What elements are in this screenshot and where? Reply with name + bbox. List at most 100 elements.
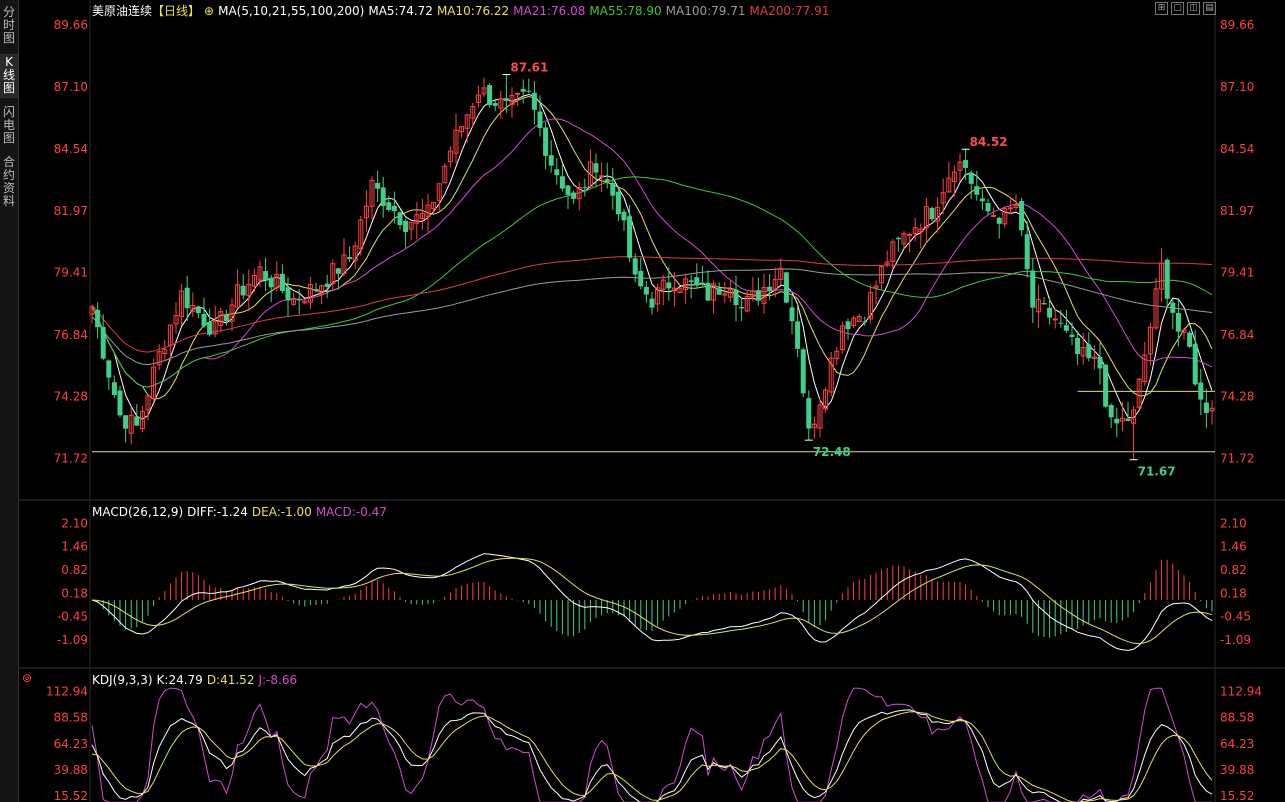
price-tick-label-right: 81.97 (1220, 204, 1254, 218)
candle-body (755, 290, 761, 301)
kdj-value-0: K:24.79 (156, 673, 203, 687)
candle-body (615, 191, 621, 215)
candle-body (979, 198, 985, 202)
candle-body (694, 277, 700, 286)
candle-body (1086, 344, 1092, 359)
candle-body (739, 306, 745, 309)
candle-body (968, 172, 974, 184)
price-tick-label-left: 74.28 (54, 390, 88, 404)
candle-body (285, 287, 291, 301)
candle-body (503, 98, 509, 101)
price-header: 美原油连续【日线】 ⊕ MA(5,10,21,55,100,200) MA5:74.7… (92, 2, 837, 19)
macd-tick-label-left: -1.09 (57, 633, 88, 647)
price-tick-label-left: 71.72 (54, 452, 88, 466)
candle-body (593, 163, 599, 173)
candle-body (1041, 303, 1047, 305)
kdj-tick-label-right: 112.94 (1220, 684, 1262, 698)
extreme-label: 87.61 (510, 61, 548, 75)
candle-body (974, 186, 980, 195)
gear-icon[interactable]: ⊕ (204, 4, 214, 18)
candle-body (375, 182, 381, 189)
period-label[interactable]: 【日线】 (152, 4, 200, 18)
candle-body (184, 287, 190, 309)
target-icon[interactable]: ⊚ (22, 672, 34, 684)
candle-body (1114, 418, 1120, 424)
kdj-tick-label-left: 15.52 (54, 789, 88, 802)
candle-body (996, 217, 1002, 224)
kdj-tick-label-left: 112.94 (46, 684, 88, 698)
candle-body (1024, 234, 1030, 270)
candle-body (862, 321, 868, 323)
candle-body (1203, 402, 1209, 414)
kdj-params-label: KDJ(9,3,3) (92, 673, 153, 687)
layout-icon[interactable]: ◫ (1187, 2, 1200, 15)
macd-tick-label-left: 0.82 (61, 563, 88, 577)
candle-body (1007, 207, 1013, 210)
kdj-tick-label-left: 64.23 (54, 737, 88, 751)
candle-body (688, 280, 694, 282)
macd-tick-label-right: -0.45 (1220, 609, 1251, 623)
candle-body (403, 220, 409, 233)
macd-tick-label-left: 0.18 (61, 586, 88, 600)
macd-tick-label-right: 1.46 (1220, 540, 1247, 554)
ma-value-5: MA200:77.91 (749, 4, 830, 18)
candle-body (559, 176, 565, 189)
macd-tick-label-left: 1.46 (61, 540, 88, 554)
candle-body (380, 187, 386, 206)
candle-body (207, 322, 213, 335)
price-tick-label-left: 81.97 (54, 204, 88, 218)
candle-body (1058, 322, 1064, 324)
price-tick-label-left: 87.10 (54, 80, 88, 94)
candle-body (604, 179, 610, 182)
candle-body (134, 416, 140, 426)
kdj-d-line (91, 711, 1213, 802)
kdj-header: KDJ(9,3,3) K:24.79 D:41.52 J:-8.66 (92, 673, 305, 687)
candle-body (487, 85, 493, 106)
price-tick-label-right: 71.72 (1220, 452, 1254, 466)
candle-body (201, 313, 207, 326)
candle-body (929, 207, 935, 220)
candle-body (767, 286, 773, 291)
candle-body (845, 321, 851, 330)
kdj-tick-label-right: 88.58 (1220, 711, 1254, 725)
candle-body (643, 286, 649, 295)
candle-body (279, 273, 285, 292)
price-tick-label-right: 89.66 (1220, 18, 1254, 32)
macd-tick-label-right: 0.18 (1220, 586, 1247, 600)
grid-icon[interactable]: ⊞ (1155, 2, 1168, 15)
extreme-label: 84.52 (970, 135, 1008, 149)
candle-body (610, 182, 616, 196)
kdj-tick-label-right: 15.52 (1220, 789, 1254, 802)
candle-body (1019, 201, 1025, 231)
price-tick-label-right: 74.28 (1220, 390, 1254, 404)
macd-value-0: DIFF:-1.24 (187, 505, 248, 519)
kdj-tick-label-left: 39.88 (54, 763, 88, 777)
candle-body (789, 307, 795, 322)
window-icon[interactable]: ▢ (1171, 2, 1184, 15)
candle-body (296, 299, 302, 301)
candle-body (95, 309, 101, 328)
candle-body (985, 202, 991, 212)
symbol-label: 美原油连续 (92, 4, 153, 18)
candle-body (548, 155, 554, 166)
price-tick-label-left: 79.41 (54, 266, 88, 280)
candle-body (582, 187, 588, 189)
candle-body (638, 271, 644, 287)
candle-body (963, 160, 969, 168)
kdj-value-2: J:-8.66 (258, 673, 298, 687)
ma-value-3: MA55:78.90 (589, 4, 662, 18)
candle-body (324, 283, 330, 287)
ma-params-label: MA(5,10,21,55,100,200) (218, 4, 365, 18)
price-tick-label-left: 84.54 (54, 142, 88, 156)
panel-icon[interactable]: ▤ (1203, 2, 1216, 15)
ma-line-ma10 (91, 95, 1213, 400)
candle-body (895, 237, 901, 240)
candle-body (1198, 382, 1204, 400)
candle-body (783, 272, 789, 303)
candle-body (1164, 259, 1170, 299)
candle-body (543, 127, 549, 156)
candle-body (554, 169, 560, 176)
kdj-k-line (91, 709, 1213, 802)
price-tick-label-left: 89.66 (54, 18, 88, 32)
candle-body (537, 111, 543, 129)
